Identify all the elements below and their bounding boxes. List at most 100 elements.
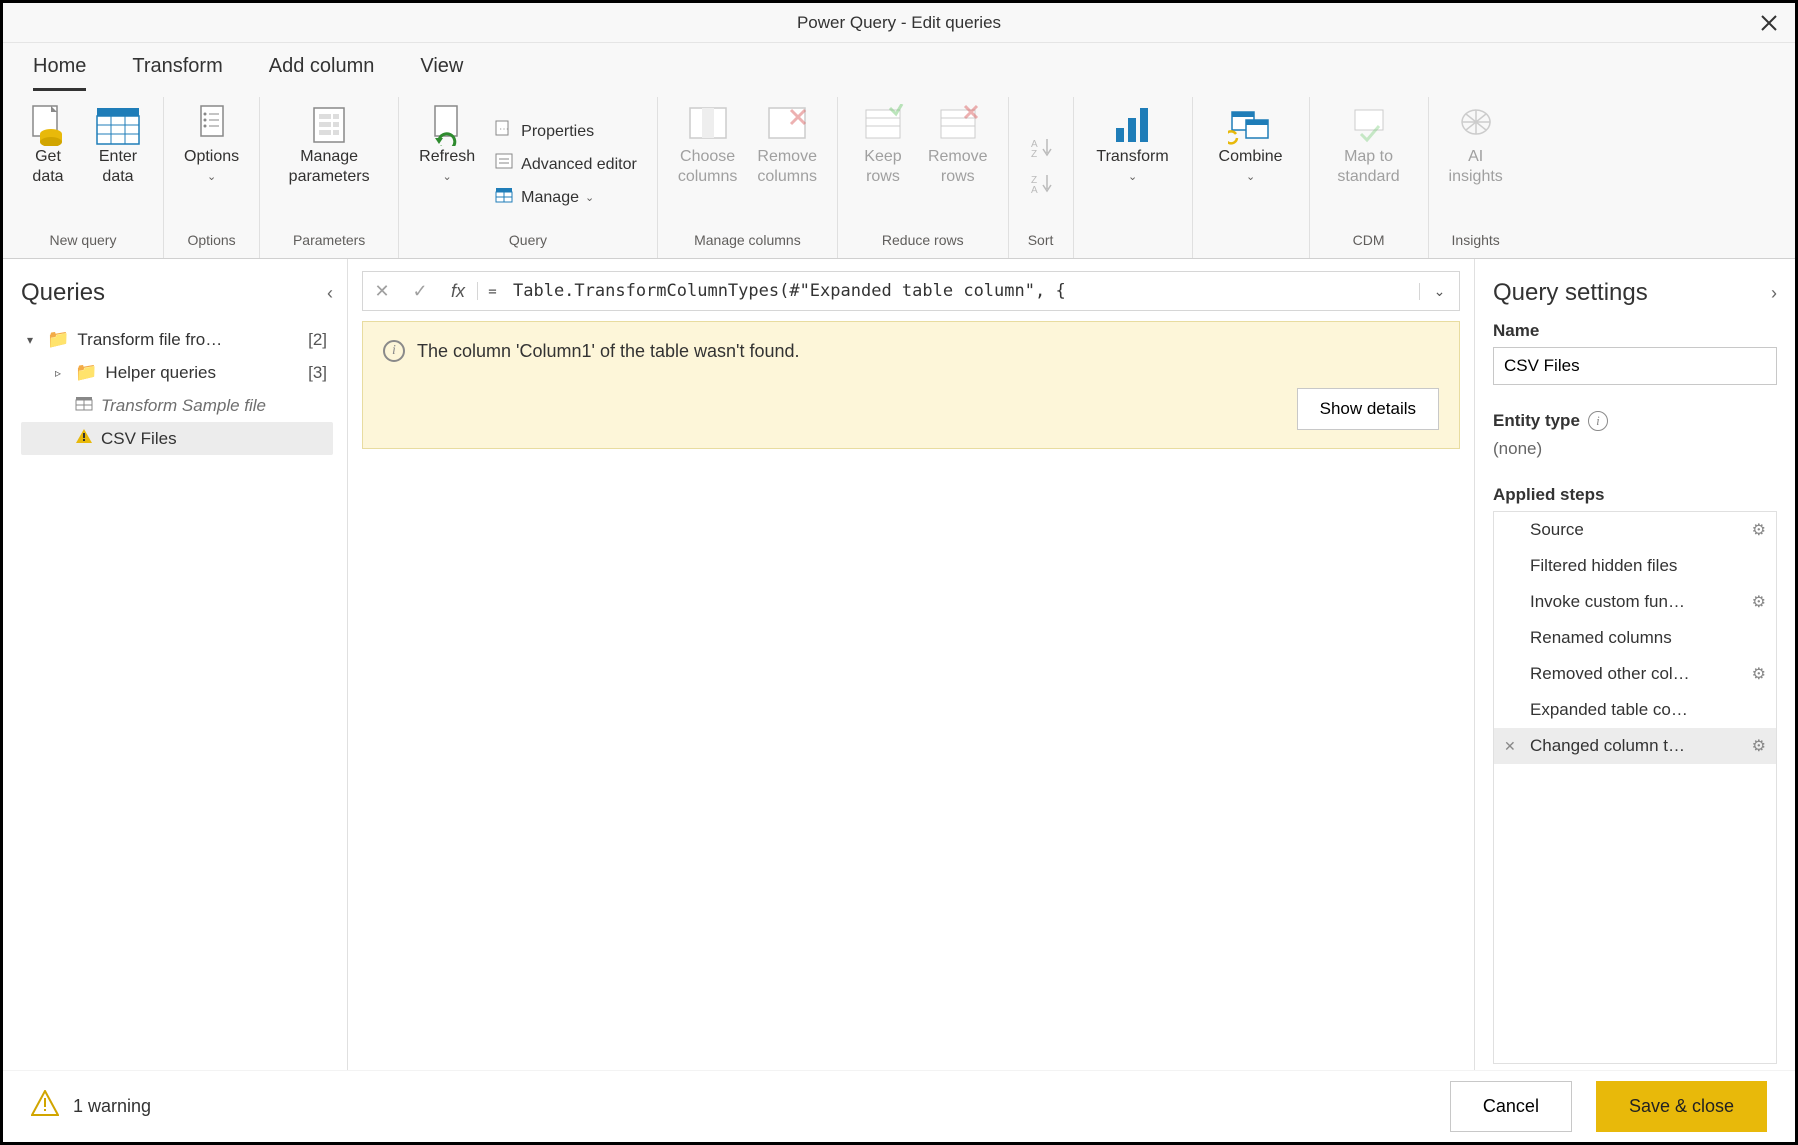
options-button[interactable]: Options⌄ xyxy=(178,101,245,228)
ribbon-group-new-query: Get data Enter data New query xyxy=(3,97,164,258)
get-data-button[interactable]: Get data xyxy=(17,101,79,228)
collapse-settings-button[interactable]: › xyxy=(1771,283,1777,304)
remove-columns-button[interactable]: Remove columns xyxy=(751,101,823,228)
manage-parameters-button[interactable]: Manage parameters xyxy=(274,101,384,228)
get-data-icon xyxy=(31,103,65,147)
ribbon-group-label-manage-columns: Manage columns xyxy=(694,228,801,254)
gear-icon[interactable]: ⚙ xyxy=(1752,664,1766,684)
chevron-down-icon: ⌄ xyxy=(443,171,452,183)
show-details-button[interactable]: Show details xyxy=(1297,388,1439,430)
query-folder-transform-file[interactable]: ▾ 📁 Transform file fro… [2] xyxy=(21,323,333,356)
choose-columns-button[interactable]: Choose columns xyxy=(672,101,744,228)
step-expanded-table-column[interactable]: Expanded table co… xyxy=(1494,692,1776,728)
step-invoke-custom-function[interactable]: Invoke custom fun… ⚙ xyxy=(1494,584,1776,620)
ribbon-group-label-new-query: New query xyxy=(50,228,117,254)
remove-rows-button[interactable]: Remove rows xyxy=(922,101,994,228)
folder-icon: 📁 xyxy=(75,362,97,383)
cancel-button[interactable]: Cancel xyxy=(1450,1081,1572,1132)
options-label: Options xyxy=(184,148,239,165)
remove-rows-icon xyxy=(937,103,979,147)
status-warning[interactable]: 1 warning xyxy=(31,1090,151,1123)
ribbon-group-label-combine xyxy=(1249,228,1253,254)
center-panel: ✕ ✓ fx = Table.TransformColumnTypes(#"Ex… xyxy=(348,259,1475,1070)
keep-rows-label: Keep rows xyxy=(864,147,901,187)
collapse-queries-button[interactable]: ‹ xyxy=(327,283,333,304)
refresh-label: Refresh xyxy=(419,148,475,165)
formula-commit-button[interactable]: ✓ xyxy=(401,272,439,310)
tab-home[interactable]: Home xyxy=(33,51,86,91)
step-renamed-columns[interactable]: Renamed columns xyxy=(1494,620,1776,656)
close-button[interactable] xyxy=(1755,9,1783,37)
gear-icon[interactable]: ⚙ xyxy=(1752,520,1766,540)
query-item-csv-files[interactable]: CSV Files xyxy=(21,422,333,455)
step-label: Expanded table co… xyxy=(1530,700,1688,720)
remove-rows-label: Remove rows xyxy=(928,147,988,187)
delete-step-icon[interactable]: ✕ xyxy=(1504,738,1516,755)
step-filtered-hidden-files[interactable]: Filtered hidden files xyxy=(1494,548,1776,584)
map-to-standard-button[interactable]: Map to standard xyxy=(1324,101,1414,228)
tree-expand-icon: ▾ xyxy=(27,333,39,347)
formula-cancel-button[interactable]: ✕ xyxy=(363,272,401,310)
ribbon-group-label-parameters: Parameters xyxy=(293,228,365,254)
query-settings-title: Query settings xyxy=(1493,279,1648,307)
ribbon-group-insights: AI insights Insights xyxy=(1429,97,1523,258)
advanced-editor-icon xyxy=(495,153,515,176)
queries-title: Queries xyxy=(21,279,105,307)
advanced-editor-button[interactable]: Advanced editor xyxy=(489,149,643,180)
ribbon-group-label-cdm: CDM xyxy=(1353,228,1385,254)
properties-icon: ⋯ xyxy=(495,120,515,143)
window-title: Power Query - Edit queries xyxy=(797,13,1001,33)
gear-icon[interactable]: ⚙ xyxy=(1752,736,1766,756)
ribbon-group-sort: AZ ZA Sort xyxy=(1009,97,1074,258)
step-label: Invoke custom fun… xyxy=(1530,592,1685,612)
formula-equals: = xyxy=(477,282,507,300)
step-label: Renamed columns xyxy=(1530,628,1672,648)
sort-desc-button[interactable]: ZA xyxy=(1023,169,1059,197)
tree-item-label: Transform Sample file xyxy=(101,396,266,416)
keep-rows-button[interactable]: Keep rows xyxy=(852,101,914,228)
properties-button[interactable]: ⋯ Properties xyxy=(489,116,643,147)
tab-transform[interactable]: Transform xyxy=(132,51,222,91)
step-removed-other-columns[interactable]: Removed other col… ⚙ xyxy=(1494,656,1776,692)
save-close-button[interactable]: Save & close xyxy=(1596,1081,1767,1132)
refresh-icon xyxy=(429,103,465,147)
choose-columns-label: Choose columns xyxy=(678,147,738,187)
manage-button[interactable]: Manage ⌄ xyxy=(489,182,643,213)
tab-view[interactable]: View xyxy=(420,51,463,91)
warning-icon xyxy=(31,1090,59,1123)
tab-add-column[interactable]: Add column xyxy=(269,51,375,91)
enter-data-icon xyxy=(95,103,141,147)
formula-fx-button[interactable]: fx xyxy=(439,272,477,310)
ribbon-group-label-options: Options xyxy=(187,228,235,254)
step-source[interactable]: Source ⚙ xyxy=(1494,512,1776,548)
query-folder-helper-queries[interactable]: ▹ 📁 Helper queries [3] xyxy=(21,356,333,389)
tree-item-label: Helper queries xyxy=(105,363,216,383)
properties-label: Properties xyxy=(521,123,594,141)
transform-label: Transform xyxy=(1096,148,1168,165)
keep-rows-icon xyxy=(862,103,904,147)
formula-input[interactable]: Table.TransformColumnTypes(#"Expanded ta… xyxy=(507,281,1419,301)
ai-insights-button[interactable]: AI insights xyxy=(1443,101,1509,228)
ai-insights-icon xyxy=(1456,103,1496,147)
ribbon-group-parameters: Manage parameters Parameters xyxy=(260,97,399,258)
enter-data-button[interactable]: Enter data xyxy=(87,101,149,228)
transform-button[interactable]: Transform⌄ xyxy=(1088,101,1178,228)
remove-columns-icon xyxy=(765,103,809,147)
info-icon[interactable]: i xyxy=(1588,411,1608,431)
gear-icon[interactable]: ⚙ xyxy=(1752,592,1766,612)
manage-parameters-icon xyxy=(310,103,348,147)
refresh-button[interactable]: Refresh ⌄ xyxy=(413,101,481,228)
formula-expand-button[interactable]: ⌄ xyxy=(1419,283,1459,300)
query-name-input[interactable] xyxy=(1493,347,1777,385)
get-data-label: Get data xyxy=(32,147,63,187)
combine-button[interactable]: Combine⌄ xyxy=(1207,101,1295,228)
applied-steps-list: Source ⚙ Filtered hidden files Invoke cu… xyxy=(1493,511,1777,1064)
warning-icon xyxy=(75,428,93,449)
ai-insights-label: AI insights xyxy=(1449,147,1503,187)
map-standard-icon xyxy=(1349,103,1389,147)
queries-header: Queries ‹ xyxy=(21,279,333,307)
svg-text:⋯: ⋯ xyxy=(499,124,509,135)
sort-asc-button[interactable]: AZ xyxy=(1023,133,1059,161)
step-changed-column-types[interactable]: ✕ Changed column t… ⚙ xyxy=(1494,728,1776,764)
query-item-transform-sample[interactable]: Transform Sample file xyxy=(21,389,333,422)
